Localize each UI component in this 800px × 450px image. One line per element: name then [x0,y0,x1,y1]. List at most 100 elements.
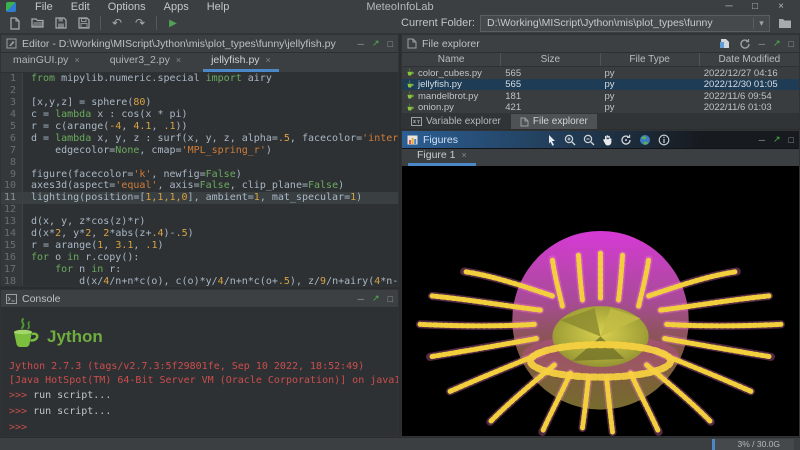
tab-file-explorer[interactable]: File explorer [510,114,597,130]
tab-figure-1[interactable]: Figure 1 × [408,148,476,167]
file-type-cell: py [604,67,615,79]
console-output[interactable]: Jython Jython 2.7.3 (tags/v2.7.3:5f29801… [1,308,398,437]
window-maximize-button[interactable]: □ [742,1,768,12]
editor-tab-mainGUI-py[interactable]: mainGUI.py × [5,52,88,72]
editor-tab-quiver3_2-py[interactable]: quiver3_2.py × [102,52,189,72]
column-header-file-type[interactable]: File Type [601,53,700,67]
chevron-down-icon[interactable]: ▾ [753,17,769,29]
memory-indicator: 3% / 30.0G [712,438,794,450]
file-name-cell: jellyfish.py [402,79,501,90]
py-file-icon [407,102,414,111]
file-name-cell: color_cubes.py [402,68,501,79]
window-minimize-button[interactable]: ─ [716,1,742,12]
folder-icon [779,18,791,28]
file-row-mandelbrot-py[interactable]: mandelbrot.py 181 py 2022/11/6 09:54 [402,90,799,102]
column-header-name[interactable]: Name [402,53,502,67]
close-icon[interactable]: × [266,55,271,65]
open-document-icon[interactable] [719,38,731,49]
current-folder-combobox[interactable]: D:\Working\MIScript\Jython\mis\plot_type… [480,14,770,32]
close-icon[interactable]: × [74,55,79,65]
panel-minimize-icon[interactable]: ─ [358,39,364,49]
file-row-jellyfish-py[interactable]: jellyfish.py 565 py 2022/12/30 01:05 [402,78,799,91]
current-folder-label: Current Folder: [401,17,475,30]
pan-tool-button[interactable] [602,134,613,146]
console-panel-header: Console ─ ↗ □ [1,290,398,309]
code-line: 11 lighting(position=[1,1,1,0], ambient=1… [1,192,398,205]
file-name: jellyfish.py [418,79,462,91]
panel-maximize-icon[interactable]: □ [388,39,393,49]
editor-tabbar: mainGUI.py × quiver3_2.py × jellyfish.py × [1,52,398,73]
figures-panel-controls: ─ ↗ □ [759,134,794,145]
panel-maximize-icon[interactable]: □ [388,294,393,304]
new-file-button[interactable] [5,14,25,32]
code-editor[interactable]: 1 from mipylib.numeric.special import air… [1,72,398,287]
file-size-cell: 421 [505,102,522,114]
panel-float-icon[interactable]: ↗ [372,38,380,49]
file-modified-cell: 2022/12/27 04:16 [703,67,778,79]
window-close-button[interactable]: × [768,1,794,12]
panel-maximize-icon[interactable]: □ [789,135,794,145]
console-prompt-line: >>> run script... [9,388,390,404]
identify-tool-button[interactable] [658,134,670,146]
panel-float-icon[interactable]: ↗ [372,293,380,304]
browse-folder-button[interactable] [775,14,795,32]
code-text: for o in r.copy(): [31,251,140,263]
code-line: 15 r = arange(1, 3.1, .1) [1,239,398,252]
globe-tool-button[interactable] [639,134,651,146]
code-line: 3 [x,y,z] = sphere(80) [1,97,398,110]
panel-float-icon[interactable]: ↗ [773,38,781,49]
tab-variable-explorer[interactable]: Variable explorer [402,114,510,129]
file-size-cell: 565 [505,79,522,91]
line-number: 8 [1,156,23,169]
menu-help[interactable]: Help [198,1,239,13]
file-explorer-header: File explorer ─ ↗ □ [402,35,799,54]
file-explorer-tab-icon [520,117,529,127]
open-file-button[interactable] [28,14,48,32]
panel-minimize-icon[interactable]: ─ [759,39,765,49]
zoom-out-button[interactable] [583,134,595,146]
pointer-tool-button[interactable] [547,134,557,146]
variable-explorer-icon [411,117,422,127]
line-number: 18 [1,275,23,287]
code-line: 8 [1,156,398,169]
code-text: r = arange(1, 3.1, .1) [31,239,164,251]
rotate-tool-button[interactable] [620,134,632,146]
console-prompt-line: >>> run script... [9,404,390,420]
close-icon[interactable]: × [462,150,467,160]
menu-file[interactable]: File [26,1,62,13]
figures-icon [407,135,418,145]
figure-canvas[interactable] [402,166,799,437]
code-line: 16 for o in r.copy(): [1,251,398,264]
zoom-in-button[interactable] [564,134,576,146]
save-button[interactable] [51,14,71,32]
run-script-button[interactable]: ▶ [163,14,183,32]
editor-tab-jellyfish-py[interactable]: jellyfish.py × [203,52,279,73]
panel-minimize-icon[interactable]: ─ [759,135,765,145]
prompt-text: run script... [27,390,112,402]
panel-float-icon[interactable]: ↗ [773,134,781,145]
left-column: Editor - D:\Working\MIScript\Jython\mis\… [0,34,399,438]
column-header-size[interactable]: Size [501,53,601,67]
close-icon[interactable]: × [176,55,181,65]
menu-apps[interactable]: Apps [155,1,198,13]
file-explorer-controls: ─ ↗ □ [719,38,794,50]
figure-tabbar: Figure 1 × [402,148,799,167]
console-panel-controls: ─ ↗ □ [358,293,393,304]
panel-maximize-icon[interactable]: □ [789,39,794,49]
menu-options[interactable]: Options [99,1,155,13]
file-row-onion-py[interactable]: onion.py 421 py 2022/11/6 01:03 [402,102,799,114]
main-toolbar: ↶ ↷ ▶ Current Folder: D:\Working\MIScrip… [0,13,800,35]
redo-button[interactable]: ↷ [130,14,150,32]
menu-edit[interactable]: Edit [62,1,99,13]
panel-minimize-icon[interactable]: ─ [358,294,364,304]
code-text: c = lambda x : cos(x * pi) [31,109,188,121]
refresh-icon[interactable] [739,38,751,50]
undo-button[interactable]: ↶ [107,14,127,32]
code-line: 6 d = lambda x, y, z : surf(x, y, z, alph… [1,132,398,145]
line-number: 11 [1,192,23,205]
save-as-button[interactable] [74,14,94,32]
app-window: File Edit Options Apps Help MeteoInfoLab ─ □… [0,0,800,450]
column-header-date-modified[interactable]: Date Modified [700,53,799,66]
code-text: [x,y,z] = sphere(80) [31,97,152,109]
file-row-color_cubes-py[interactable]: color_cubes.py 565 py 2022/12/27 04:16 [402,67,799,79]
